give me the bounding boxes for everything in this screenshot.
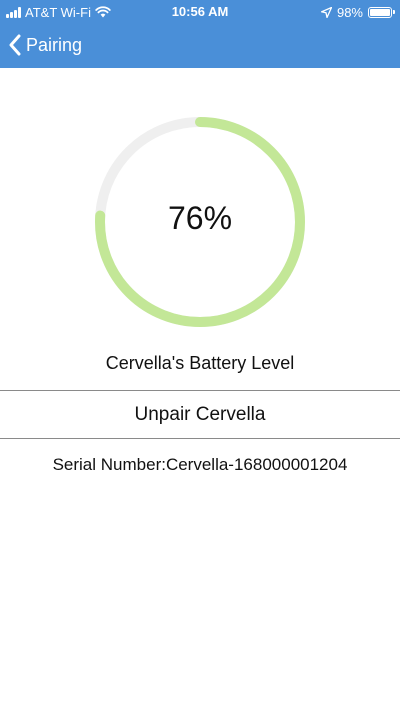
battery-level-label: Cervella's Battery Level <box>105 353 295 373</box>
battery-percentage: 76% <box>167 200 233 236</box>
battery-percent: 98% <box>336 4 363 20</box>
status-right: 98% <box>320 4 395 20</box>
location-arrow-icon <box>320 6 332 18</box>
serial-number: Serial Number:Cervella-168000001204 <box>52 455 348 474</box>
battery-ring: 76% <box>90 112 310 332</box>
battery-fill <box>370 8 390 16</box>
back-button[interactable]: Pairing <box>8 30 82 60</box>
divider-bottom <box>0 438 400 439</box>
chevron-left-icon <box>9 34 21 56</box>
battery-icon <box>368 6 395 18</box>
unpair-button[interactable]: Unpair Cervella <box>0 392 400 438</box>
divider-top <box>0 390 400 391</box>
back-label: Pairing <box>26 34 83 55</box>
status-bar: AT&T Wi-Fi 10:56 AM 98% <box>0 0 400 24</box>
header: AT&T Wi-Fi 10:56 AM 98% Pairing <box>0 0 400 68</box>
